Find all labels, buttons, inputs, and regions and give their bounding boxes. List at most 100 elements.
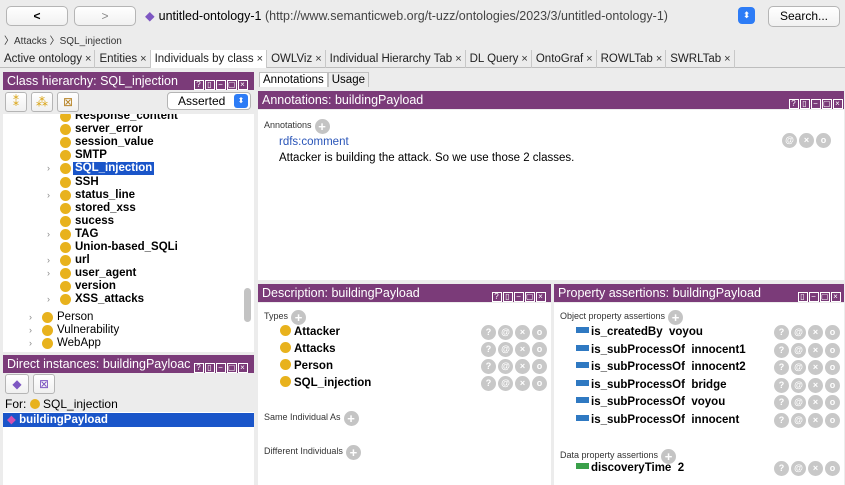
annotate-icon[interactable]: @ (498, 325, 513, 340)
add-object-property-icon[interactable]: + (668, 310, 684, 325)
edit-icon[interactable]: o (825, 395, 840, 410)
help-icon[interactable]: ? (774, 461, 789, 476)
edit-icon[interactable]: o (532, 376, 547, 391)
class-tree[interactable]: Response_content server_error session_valu… (3, 114, 254, 352)
expand-arrow-icon[interactable]: › (29, 337, 32, 350)
annotation-property[interactable]: rdfs:comment (279, 136, 349, 148)
expand-arrow-icon[interactable]: › (47, 228, 50, 241)
add-different-individual-icon[interactable]: + (345, 445, 361, 460)
type-row[interactable]: SQL_injection? @ × o (280, 376, 547, 391)
delete-icon[interactable]: × (515, 376, 530, 391)
annotate-icon[interactable]: @ (791, 342, 806, 358)
object-property-row[interactable]: is_subProcessOf innocent1? @ × o (576, 342, 840, 358)
delete-icon[interactable]: × (808, 395, 823, 410)
expand-arrow-icon[interactable]: › (47, 162, 50, 175)
breadcrumb-item[interactable]: SQL_injection (60, 36, 122, 47)
tab-rowltab[interactable]: ROWLTab × (597, 50, 667, 68)
expand-arrow-icon[interactable]: › (47, 267, 50, 280)
help-icon[interactable]: ? (481, 359, 496, 374)
type-row[interactable]: Person? @ × o (280, 359, 547, 374)
edit-icon[interactable]: o (825, 325, 840, 340)
ontology-selector[interactable]: ◆ untitled-ontology-1 (http://www.semanti… (143, 5, 789, 27)
annotate-icon[interactable]: @ (498, 359, 513, 374)
add-annotation-icon[interactable]: + (314, 119, 330, 134)
add-sibling-button[interactable]: ⁂ (31, 92, 53, 112)
data-property-row[interactable]: discoveryTime 2? @ × o (576, 461, 840, 476)
annotate-icon[interactable]: @ (791, 412, 806, 428)
close-icon[interactable]: × (257, 53, 263, 65)
delete-icon[interactable]: × (808, 377, 823, 393)
tab-individuals-by-class[interactable]: Individuals by class × (150, 50, 268, 68)
annotate-icon[interactable]: @ (791, 395, 806, 410)
close-icon[interactable]: × (586, 53, 592, 65)
panel-controls[interactable]: ? ▯ − ▢ × (788, 94, 843, 109)
tab-usage[interactable]: Usage (327, 72, 369, 87)
delete-icon[interactable]: × (515, 359, 530, 374)
annotate-icon[interactable]: @ (791, 377, 806, 393)
edit-icon[interactable]: o (825, 342, 840, 358)
annotate-icon[interactable]: @ (498, 342, 513, 357)
close-icon[interactable]: × (85, 53, 91, 65)
ontology-dropdown-icon[interactable]: ⬍ (738, 7, 755, 24)
annotate-icon[interactable]: @ (782, 133, 797, 148)
add-subclass-button[interactable]: ⁑ (5, 92, 27, 112)
add-individual-button[interactable]: ◆ (5, 374, 29, 394)
annotate-icon[interactable]: @ (791, 461, 806, 476)
delete-icon[interactable]: × (515, 342, 530, 357)
edit-icon[interactable]: o (532, 359, 547, 374)
edit-icon[interactable]: o (532, 342, 547, 357)
delete-class-button[interactable]: ⊠ (57, 92, 79, 112)
panel-controls[interactable]: ? ▯ − ▢ × (193, 358, 248, 373)
edit-icon[interactable]: o (816, 133, 831, 148)
back-button[interactable]: < (6, 6, 68, 26)
tab-entities[interactable]: Entities × (95, 50, 151, 68)
tree-scrollbar[interactable] (244, 288, 251, 322)
object-property-row[interactable]: is_subProcessOf voyou? @ × o (576, 395, 840, 410)
object-property-row[interactable]: is_createdBy voyou? @ × o (576, 325, 840, 340)
expand-arrow-icon[interactable]: › (47, 254, 50, 267)
edit-icon[interactable]: o (825, 377, 840, 393)
search-button[interactable]: Search... (768, 6, 840, 27)
breadcrumb-item[interactable]: Attacks (14, 36, 47, 47)
object-property-row[interactable]: is_subProcessOf innocent2? @ × o (576, 360, 840, 375)
asserted-select[interactable]: Asserted ⬍ (167, 92, 251, 110)
help-icon[interactable]: ? (774, 342, 789, 358)
add-same-individual-icon[interactable]: + (343, 411, 359, 426)
help-icon[interactable]: ? (774, 325, 789, 340)
add-type-icon[interactable]: + (291, 310, 307, 325)
delete-individual-button[interactable]: ⊠ (33, 374, 55, 394)
object-property-row[interactable]: is_subProcessOf innocent? @ × o (576, 412, 840, 428)
expand-arrow-icon[interactable]: › (29, 324, 32, 337)
expand-arrow-icon[interactable]: › (29, 311, 32, 324)
edit-icon[interactable]: o (825, 461, 840, 476)
expand-arrow-icon[interactable]: › (47, 189, 50, 202)
edit-icon[interactable]: o (532, 325, 547, 340)
annotate-icon[interactable]: @ (498, 376, 513, 391)
type-row[interactable]: Attacks? @ × o (280, 342, 547, 357)
help-icon[interactable]: ? (774, 395, 789, 410)
type-row[interactable]: Attacker? @ × o (280, 325, 547, 340)
panel-controls[interactable]: ? ▯ − ▢ × (491, 287, 546, 302)
close-icon[interactable]: × (724, 53, 730, 65)
list-item[interactable]: ◆ buildingPayload (3, 413, 254, 427)
delete-icon[interactable]: × (808, 360, 823, 375)
tab-ontograf[interactable]: OntoGraf × (532, 50, 597, 68)
forward-button[interactable]: > (74, 6, 136, 26)
help-icon[interactable]: ? (481, 325, 496, 340)
edit-icon[interactable]: o (825, 412, 840, 428)
tab-annotations[interactable]: Annotations (259, 72, 328, 87)
help-icon[interactable]: ? (481, 342, 496, 357)
close-icon[interactable]: × (455, 53, 461, 65)
panel-controls[interactable]: ? ▯ − ▢ × (193, 75, 248, 90)
help-icon[interactable]: ? (774, 360, 789, 375)
close-icon[interactable]: × (315, 53, 321, 65)
tab-active-ontology[interactable]: Active ontology × (0, 50, 96, 68)
delete-icon[interactable]: × (808, 412, 823, 428)
annotate-icon[interactable]: @ (791, 325, 806, 340)
panel-controls[interactable]: ▯ − ▢ × (797, 287, 841, 302)
close-icon[interactable]: × (521, 53, 527, 65)
help-icon[interactable]: ? (774, 377, 789, 393)
expand-arrow-icon[interactable]: › (47, 293, 50, 306)
delete-icon[interactable]: × (808, 461, 823, 476)
delete-icon[interactable]: × (515, 325, 530, 340)
